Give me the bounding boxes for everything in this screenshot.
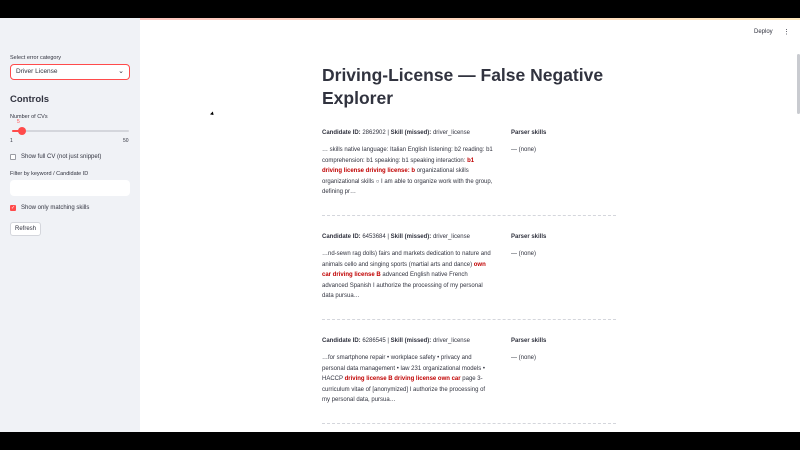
category-label: Select error category [10, 55, 62, 61]
filter-input[interactable] [10, 180, 130, 196]
snippet-highlight: driving license B driving license own ca… [344, 376, 461, 382]
result-card: Candidate ID: 6453684 | Skill (missed): … [322, 234, 616, 338]
sidebar: Select error category Driver License ⌄ C… [0, 18, 140, 432]
cv-snippet: …nd-sewn rag dolls) fairs and markets de… [322, 249, 494, 302]
app-window: Select error category Driver License ⌄ C… [0, 18, 800, 432]
snippet-text: …nd-sewn rag dolls) fairs and markets de… [322, 251, 491, 268]
card-divider [322, 319, 616, 320]
skill-label: Skill (missed): [390, 130, 432, 136]
main-menu-icon[interactable]: ⋮ [783, 28, 790, 36]
parser-skills-heading: Parser skills [511, 130, 547, 136]
parser-skills-heading: Parser skills [511, 234, 547, 240]
parser-skills-heading: Parser skills [511, 338, 547, 344]
candidate-id: 2862902 [362, 130, 386, 136]
category-select-value: Driver License [16, 68, 58, 75]
skill-label: Skill (missed): [390, 338, 432, 344]
filter-label: Filter by keyword / Candidate ID [10, 171, 89, 177]
candidate-id-label: Candidate ID: [322, 130, 361, 136]
cv-snippet: … skills native language: Italian Englis… [322, 145, 494, 198]
card-meta: Candidate ID: 6286545 | Skill (missed): … [322, 338, 470, 344]
result-card: Candidate ID: 6286545 | Skill (missed): … [322, 338, 616, 432]
only-matching-checkbox[interactable]: ✓ [10, 205, 16, 211]
chevron-down-icon: ⌄ [118, 68, 124, 75]
skill-value: driver_license [432, 338, 470, 344]
skill-value: driver_license [432, 130, 470, 136]
cv-snippet: …for smartphone repair • workplace safet… [322, 353, 494, 406]
num-cvs-slider[interactable] [12, 127, 129, 135]
show-full-cv-checkbox[interactable] [10, 154, 16, 160]
deploy-button[interactable]: Deploy [754, 29, 773, 35]
candidate-id-label: Candidate ID: [322, 338, 361, 344]
slider-thumb[interactable] [17, 127, 26, 135]
num-cvs-value: 5 [17, 119, 20, 125]
candidate-id: 6453684 [362, 234, 386, 240]
parser-skills-value: — (none) [511, 147, 537, 153]
parser-skills-value: — (none) [511, 355, 537, 361]
refresh-button[interactable]: Refresh [10, 222, 42, 236]
card-divider [322, 423, 616, 424]
skill-value: driver_license [432, 234, 470, 240]
parser-skills-value: — (none) [511, 251, 537, 257]
page-title: Driving-License — False Negative Explore… [322, 65, 604, 108]
skill-label: Skill (missed): [390, 234, 432, 240]
card-meta: Candidate ID: 6453684 | Skill (missed): … [322, 234, 470, 240]
result-card: Candidate ID: 2862902 | Skill (missed): … [322, 130, 616, 234]
candidate-id: 6286545 [362, 338, 386, 344]
card-divider [322, 215, 616, 216]
only-matching-label: Show only matching skills [21, 205, 90, 211]
num-cvs-min: 1 [10, 138, 13, 144]
num-cvs-max: 50 [123, 138, 129, 144]
num-cvs-label: Number of CVs [10, 114, 48, 120]
category-select[interactable]: Driver License ⌄ [10, 64, 130, 80]
card-meta: Candidate ID: 2862902 | Skill (missed): … [322, 130, 470, 136]
mouse-cursor-icon [210, 111, 215, 117]
candidate-id-label: Candidate ID: [322, 234, 361, 240]
show-full-cv-label: Show full CV (not just snippet) [21, 154, 102, 160]
controls-heading: Controls [10, 94, 50, 105]
